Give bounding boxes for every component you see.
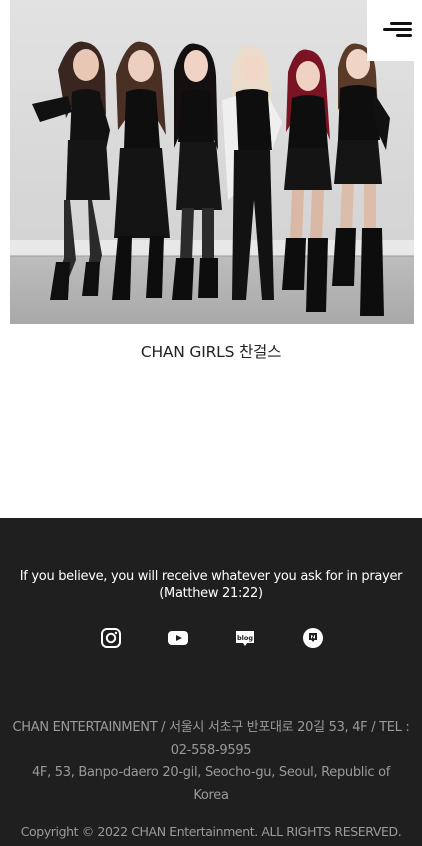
address-line4: Korea	[193, 787, 229, 803]
blog-link[interactable]: blog	[234, 627, 256, 649]
address-line2: 02-558-9595	[170, 742, 252, 758]
footer-quote-line2: (Matthew 21:22)	[159, 586, 263, 601]
artist-caption[interactable]: CHAN GIRLS 찬걸스	[0, 340, 422, 362]
menu-icon-bar-bottom	[396, 34, 412, 37]
youtube-icon	[168, 631, 188, 645]
menu-icon-bar-top	[390, 22, 412, 25]
social-links: blog	[0, 627, 422, 649]
group-photo-image	[10, 0, 414, 324]
menu-toggle-button[interactable]	[367, 0, 422, 61]
instagram-link[interactable]	[100, 627, 122, 649]
footer-quote-line1: If you believe, you will receive whateve…	[19, 569, 403, 584]
naver-blog-icon: blog	[236, 631, 254, 646]
youtube-link[interactable]	[167, 627, 189, 649]
copyright-text: Copyright © 2022 CHAN Entertainment. ALL…	[20, 824, 402, 839]
post-link[interactable]	[302, 627, 324, 649]
company-address: CHAN ENTERTAINMENT / 서울시 서초구 반포대로 20길 53…	[8, 717, 414, 807]
group-photo	[10, 0, 414, 324]
page: CHAN GIRLS 찬걸스 If you believe, you will …	[0, 0, 422, 846]
site-footer: If you believe, you will receive whateve…	[0, 518, 422, 846]
instagram-icon	[101, 628, 121, 648]
blog-icon-label: blog	[237, 634, 253, 642]
menu-icon-bar-middle	[383, 28, 412, 31]
footer-quote: If you believe, you will receive whateve…	[6, 568, 416, 602]
address-line1: CHAN ENTERTAINMENT / 서울시 서초구 반포대로 20길 53…	[12, 720, 410, 735]
naver-post-icon	[303, 628, 323, 648]
address-line3: 4F, 53, Banpo-daero 20-gil, Seocho-gu, S…	[31, 765, 391, 780]
